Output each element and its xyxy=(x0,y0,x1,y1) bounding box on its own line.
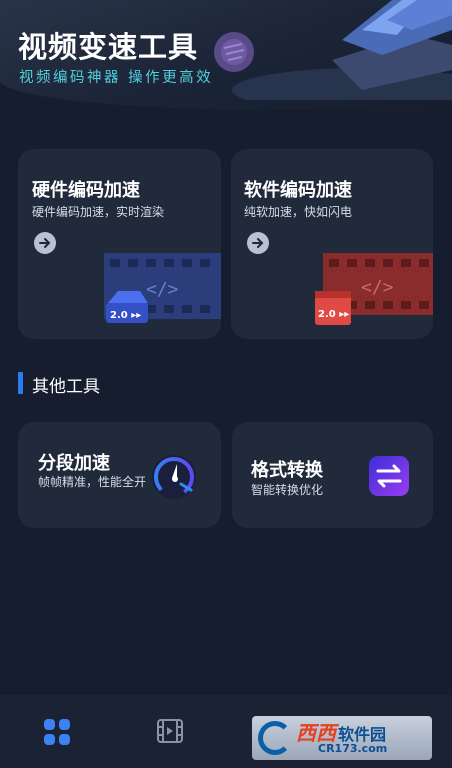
arrow-right-icon[interactable] xyxy=(247,232,269,254)
film-icon[interactable] xyxy=(157,719,183,743)
hardware-encode-card[interactable]: 硬件编码加速 硬件编码加速，实时渲染 </> 2.0 ▸▸ xyxy=(18,149,221,339)
card-description: 硬件编码加速，实时渲染 xyxy=(32,205,165,219)
header-illustration xyxy=(214,0,452,100)
tool-title: 分段加速 xyxy=(38,453,110,474)
app-title: 视频变速工具 xyxy=(18,30,199,64)
watermark-domain: CR173.com xyxy=(318,741,388,755)
svg-text:</>: </> xyxy=(361,277,394,298)
arrow-right-icon[interactable] xyxy=(34,232,56,254)
header-banner: 视频变速工具 视频编码神器 操作更高效 xyxy=(0,0,452,110)
section-indicator xyxy=(18,372,23,394)
svg-text:2.0 ▸▸: 2.0 ▸▸ xyxy=(318,309,349,320)
svg-text:</>: </> xyxy=(146,279,179,300)
convert-icon xyxy=(369,456,409,496)
film-strip-icon: </> 2.0 ▸▸ xyxy=(315,253,433,325)
watermark-brand: 西西 xyxy=(296,720,336,745)
card-description: 纯软加速，快如闪电 xyxy=(244,205,353,219)
tool-title: 格式转换 xyxy=(251,460,323,481)
svg-text:2.0 ▸▸: 2.0 ▸▸ xyxy=(110,310,141,321)
speedometer-icon xyxy=(152,455,196,499)
watermark-logo: 西西 软件园 CR173.com xyxy=(252,716,432,760)
segment-speed-card[interactable]: 分段加速 帧帧精准，性能全开 xyxy=(18,422,221,528)
software-encode-card[interactable]: 软件编码加速 纯软加速，快如闪电 </> 2.0 ▸▸ xyxy=(231,149,433,339)
card-title: 硬件编码加速 xyxy=(32,180,140,201)
format-convert-card[interactable]: 格式转换 智能转换优化 xyxy=(232,422,433,528)
tool-description: 帧帧精准，性能全开 xyxy=(38,475,147,489)
tool-description: 智能转换优化 xyxy=(251,483,324,497)
card-title: 软件编码加速 xyxy=(244,180,352,201)
film-strip-icon: </> 2.0 ▸▸ xyxy=(104,253,221,323)
app-subtitle: 视频编码神器 操作更高效 xyxy=(19,70,214,86)
watermark-text: 软件园 xyxy=(338,724,387,744)
section-title: 其他工具 xyxy=(32,377,100,397)
watermark-c-icon xyxy=(258,721,292,755)
grid-icon[interactable] xyxy=(43,718,71,746)
